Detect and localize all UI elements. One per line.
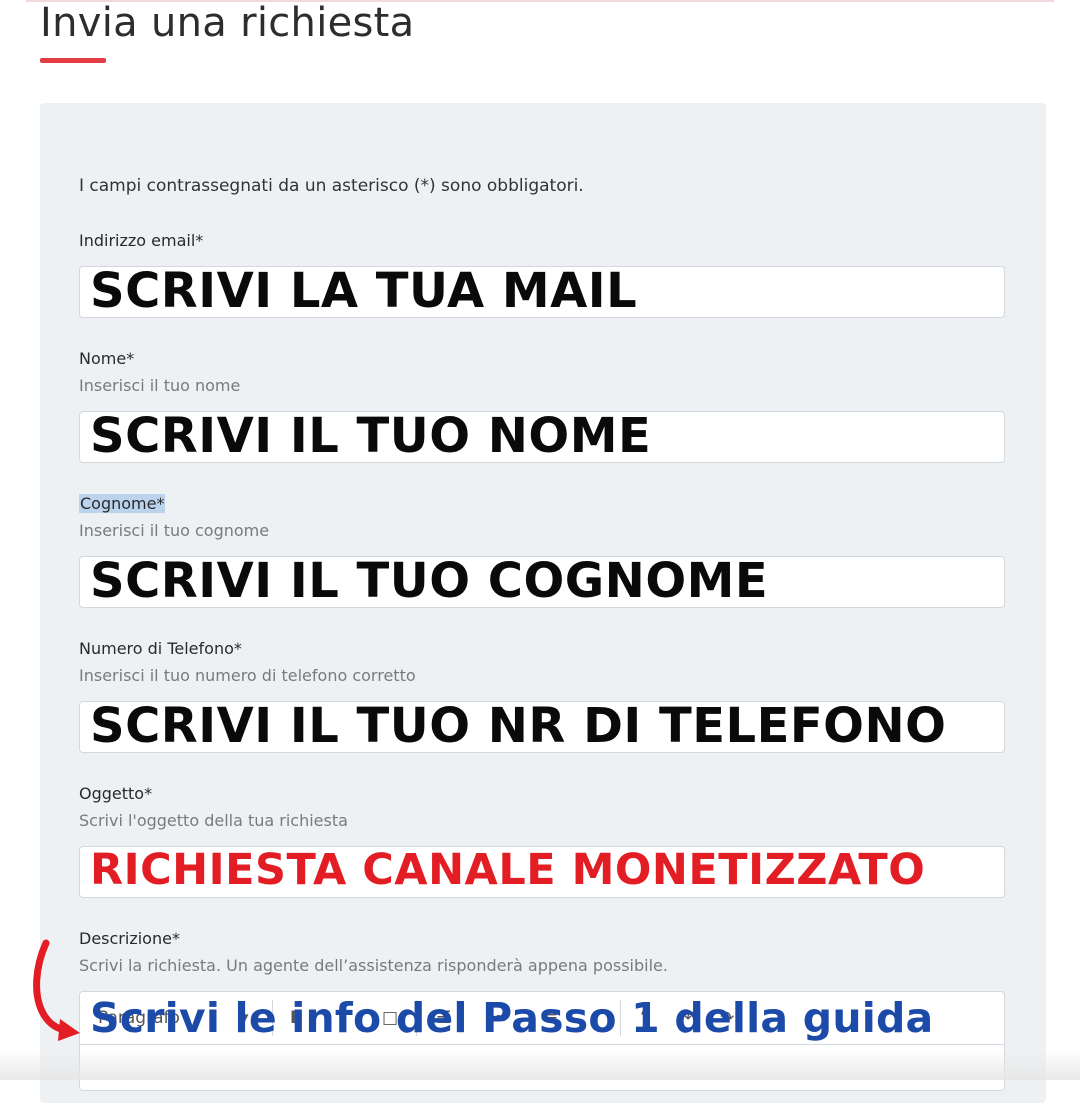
- curved-arrow-icon: [33, 939, 80, 1041]
- email-field-value: SCRIVI LA TUA MAIL: [90, 266, 638, 318]
- telefono-hint: Inserisci il tuo numero di telefono corr…: [79, 666, 416, 685]
- email-field[interactable]: SCRIVI LA TUA MAIL: [79, 266, 1005, 318]
- cognome-field-value: SCRIVI IL TUO COGNOME: [90, 556, 769, 608]
- email-label: Indirizzo email*: [79, 231, 204, 250]
- nome-hint: Inserisci il tuo nome: [79, 376, 241, 395]
- descrizione-hint: Scrivi la richiesta. Un agente dell’assi…: [79, 956, 668, 975]
- bottom-shadow: [0, 1050, 1080, 1080]
- oggetto-hint: Scrivi l'oggetto della tua richiesta: [79, 811, 348, 830]
- nome-field[interactable]: SCRIVI IL TUO NOME: [79, 411, 1005, 463]
- oggetto-field-value: RICHIESTA CANALE MONETIZZATO: [90, 846, 926, 895]
- nome-label: Nome*: [79, 349, 135, 368]
- annotation-text: Scrivi le info del Passo 1 della guida: [90, 994, 934, 1042]
- required-fields-note: I campi contrassegnati da un asterisco (…: [79, 176, 584, 196]
- descrizione-label: Descrizione*: [79, 929, 180, 948]
- oggetto-label: Oggetto*: [79, 784, 153, 803]
- oggetto-field[interactable]: RICHIESTA CANALE MONETIZZATO: [79, 846, 1005, 898]
- nome-field-value: SCRIVI IL TUO NOME: [90, 411, 652, 463]
- title-underline: [40, 58, 106, 63]
- cognome-label: Cognome*: [79, 494, 166, 513]
- cognome-hint: Inserisci il tuo cognome: [79, 521, 270, 540]
- telefono-label: Numero di Telefono*: [79, 639, 242, 658]
- telefono-field-value: SCRIVI IL TUO NR DI TELEFONO: [90, 701, 947, 753]
- cognome-field[interactable]: SCRIVI IL TUO COGNOME: [79, 556, 1005, 608]
- page-title: Invia una richiesta: [40, 0, 415, 46]
- telefono-field[interactable]: SCRIVI IL TUO NR DI TELEFONO: [79, 701, 1005, 753]
